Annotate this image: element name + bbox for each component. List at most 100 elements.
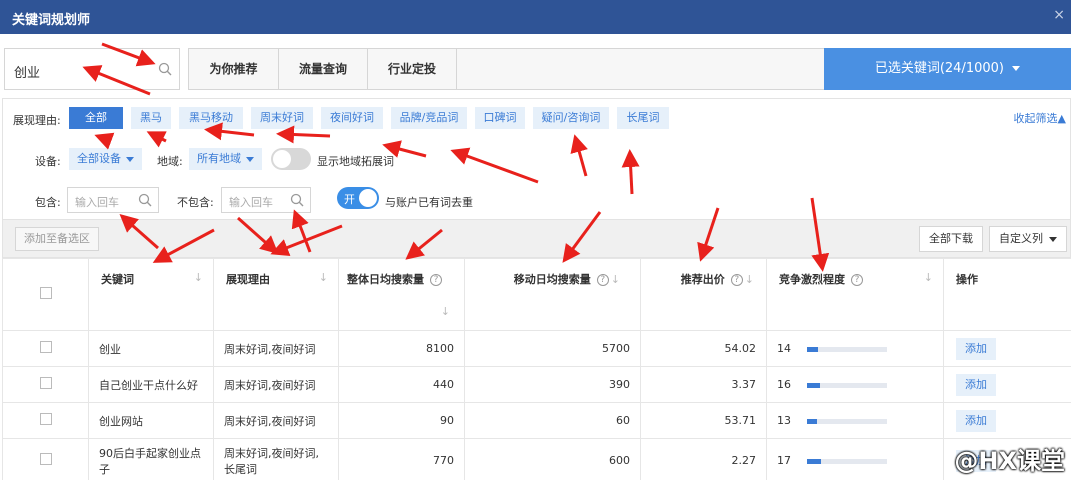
watermark: @HX课堂 [954,447,1065,475]
tab-traffic-query[interactable]: 流量查询 [279,49,368,89]
keyword-search-input[interactable]: 创业 [4,48,180,90]
sort-arrow-icon[interactable]: ↓ [745,273,754,286]
add-to-candidate-button[interactable]: 添加至备选区 [15,227,99,251]
select-all-checkbox[interactable] [39,287,52,299]
keyword-table: 关键词 ↓ 展现理由 ↓ 整体日均搜索量? ↓ 移动日均搜索量? ↓ 推荐出价? ↓ 竞争… [2,258,1071,480]
reason-chip-night[interactable]: 夜间好词 [321,107,383,129]
search-icon[interactable] [290,193,304,207]
row-select-cell [2,438,89,480]
keyword-cell: 创业网站 [88,402,214,439]
row-checkbox[interactable] [39,341,52,353]
action-cell: 添加 [943,366,1071,403]
reason-chip-reputation[interactable]: 口碑词 [475,107,525,129]
col-actions-label: 操作 [956,273,978,286]
competition-bar-fill [807,346,818,352]
row-checkbox[interactable] [39,377,52,389]
competition-value: 17 [777,454,791,467]
search-icon[interactable] [138,193,152,207]
table-row: 创业 周末好词,夜间好词 8100 5700 54.02 14 添加 [2,330,1071,367]
help-icon[interactable]: ? [730,274,743,286]
reason-cell: 周末好词,夜间好词 [213,402,339,439]
sort-arrow-icon[interactable]: ↓ [924,271,933,284]
reason-chip-all[interactable]: 全部 [69,107,123,129]
collapse-filter-link[interactable]: 收起筛选▲ [1014,110,1066,126]
add-keyword-button[interactable]: 添加 [956,409,996,432]
sort-arrow-icon[interactable]: ↓ [611,273,620,286]
dedup-toggle[interactable]: 开 [337,187,379,209]
region-dropdown[interactable]: 所有地域 [189,148,262,170]
competition-value: 13 [777,414,791,427]
row-checkbox[interactable] [39,453,52,465]
close-icon[interactable]: × [1053,7,1065,23]
col-competition-label: 竞争激烈程度 [779,273,845,286]
col-bid-label: 推荐出价 [680,273,725,286]
reason-chip-dark-horse-mobile[interactable]: 黑马移动 [179,107,243,129]
search-value: 创业 [14,66,41,81]
device-label: 设备: [35,155,61,168]
col-keyword-label: 关键词 [101,273,134,286]
col-competition[interactable]: 竞争激烈程度? ↓ [766,258,944,331]
help-icon[interactable]: ? [430,274,442,286]
suggested-bid-cell: 54.02 [640,330,767,367]
table-toolbar: 添加至备选区 全部下载 自定义列 [2,220,1071,258]
suggested-bid-cell: 3.37 [640,366,767,403]
custom-columns-label: 自定义列 [999,232,1043,245]
col-mobile-label: 移动日均搜索量 [513,273,591,286]
table-header-row: 关键词 ↓ 展现理由 ↓ 整体日均搜索量? ↓ 移动日均搜索量? ↓ 推荐出价? ↓ 竞争… [2,258,1071,331]
row-select-cell [2,366,89,403]
reason-cell: 周末好词,夜间好词 [213,330,339,367]
competition-bar-fill [807,458,821,464]
exclude-label: 不包含: [177,196,214,209]
sort-arrow-icon[interactable]: ↓ [441,305,450,318]
table-row: 90后白手起家创业点子 周末好词,夜间好词,长尾词 770 600 2.27 17 添加 [2,438,1071,480]
reason-chip-weekend[interactable]: 周末好词 [251,107,313,129]
overall-search-cell: 440 [338,366,465,403]
reason-chip-brand[interactable]: 品牌/竞品词 [391,107,467,129]
reason-filter-label: 展现理由: [13,114,61,127]
row-checkbox[interactable] [39,413,52,425]
tab-recommend[interactable]: 为你推荐 [189,49,279,89]
device-dropdown[interactable]: 全部设备 [69,148,142,170]
download-all-button[interactable]: 全部下载 [919,226,983,252]
search-row: 创业 为你推荐 流量查询 行业定投 已选关键词(24/1000) [0,34,1071,98]
reason-cell: 周末好词,夜间好词 [213,366,339,403]
selected-keywords-button[interactable]: 已选关键词(24/1000) [824,48,1071,90]
show-region-label: 显示地域拓展词 [317,155,394,168]
add-keyword-button[interactable]: 添加 [956,373,996,396]
search-icon[interactable] [158,62,172,76]
include-label: 包含: [35,196,61,209]
window-title: 关键词规划师 [12,13,91,28]
col-mobile-search[interactable]: 移动日均搜索量? ↓ [464,258,641,331]
reason-chip-long-tail[interactable]: 长尾词 [617,107,669,129]
include-input[interactable]: 输入回车 [67,187,159,213]
col-keyword[interactable]: 关键词 ↓ [88,258,214,331]
table-row: 创业网站 周末好词,夜间好词 90 60 53.71 13 添加 [2,402,1071,439]
row-select-cell [2,330,89,367]
sort-arrow-icon[interactable]: ↓ [319,271,328,284]
tab-industry[interactable]: 行业定投 [368,49,457,89]
include-placeholder: 输入回车 [75,196,119,209]
exclude-input[interactable]: 输入回车 [221,187,311,213]
dedup-toggle-text: 开 [344,193,355,206]
help-icon[interactable]: ? [596,274,609,286]
col-overall-label: 整体日均搜索量 [347,273,424,286]
competition-bar [807,458,887,464]
caret-down-icon [246,156,254,162]
select-all-header [2,258,89,331]
title-bar: 关键词规划师 × [0,0,1071,34]
reason-chip-question[interactable]: 疑问/咨询词 [533,107,609,129]
help-icon[interactable]: ? [851,274,863,286]
add-keyword-button[interactable]: 添加 [956,337,996,360]
show-region-toggle[interactable] [271,148,311,170]
toggle-knob [359,189,377,207]
dedup-label: 与账户已有词去重 [385,196,473,209]
col-overall-search[interactable]: 整体日均搜索量? ↓ [338,258,465,331]
col-reason[interactable]: 展现理由 ↓ [213,258,339,331]
custom-columns-button[interactable]: 自定义列 [989,226,1067,252]
caret-down-icon [126,156,134,162]
sort-arrow-icon[interactable]: ↓ [194,271,203,284]
competition-cell: 16 [766,366,944,403]
reason-chip-dark-horse[interactable]: 黑马 [131,107,171,129]
competition-bar [807,382,887,388]
col-suggested-bid[interactable]: 推荐出价? ↓ [640,258,767,331]
